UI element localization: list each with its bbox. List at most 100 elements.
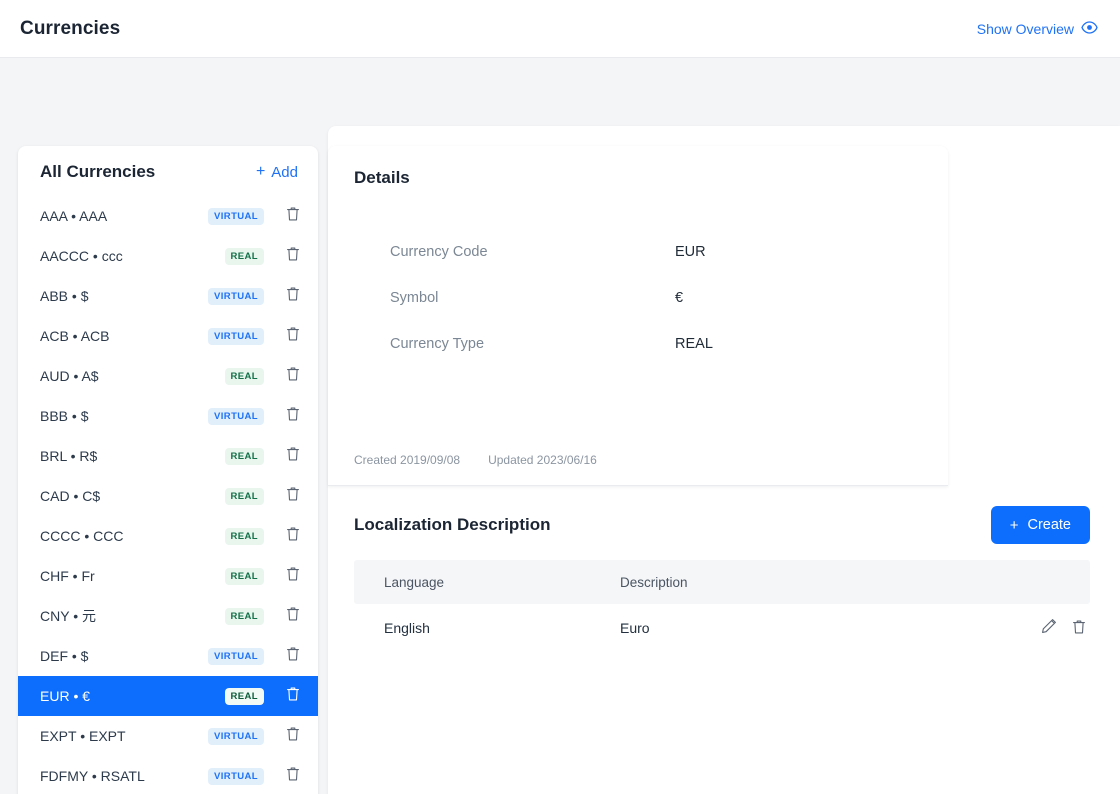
currency-list-item[interactable]: EXPT • EXPT VIRTUAL <box>18 716 318 756</box>
details-field-label: Symbol <box>390 290 439 306</box>
localization-table-body: English Euro <box>354 604 1090 652</box>
pencil-icon[interactable] <box>1041 619 1056 637</box>
trash-icon[interactable] <box>286 486 300 507</box>
details-title: Details <box>354 168 410 187</box>
localization-header: Localization Description + Create <box>328 488 1120 560</box>
cell-description: Euro <box>620 620 650 636</box>
currency-list-item[interactable]: DEF • $ VIRTUAL <box>18 636 318 676</box>
currency-label: CCCC • CCC <box>40 528 124 544</box>
currency-type-badge: VIRTUAL <box>208 647 264 665</box>
currency-label: CHF • Fr <box>40 568 95 584</box>
top-bar: Currencies Show Overview <box>0 0 1120 58</box>
details-field-row: Symbol € <box>390 290 922 306</box>
trash-icon[interactable] <box>1072 619 1086 638</box>
currency-type-badge: REAL <box>224 447 264 465</box>
currency-label: FDFMY • RSATL <box>40 768 145 784</box>
currency-type-badge: VIRTUAL <box>208 207 264 225</box>
trash-icon[interactable] <box>286 286 300 307</box>
currency-label: EXPT • EXPT <box>40 728 126 744</box>
add-currency-button[interactable]: + Add <box>256 164 298 181</box>
trash-icon[interactable] <box>286 766 300 787</box>
localization-title: Localization Description <box>354 515 551 534</box>
currency-type-badge: REAL <box>224 487 264 505</box>
currency-label: EUR • € <box>40 688 91 704</box>
trash-icon[interactable] <box>286 366 300 387</box>
currency-list: AAA • AAA VIRTUAL AACCC • ccc REAL ABB • $ VI… <box>18 196 318 794</box>
currency-list-header: All Currencies + Add <box>18 146 318 196</box>
currency-list-item[interactable]: ABB • $ VIRTUAL <box>18 276 318 316</box>
currency-list-item[interactable]: FDFMY • RSATL VIRTUAL <box>18 756 318 794</box>
details-field-label: Currency Type <box>390 336 485 352</box>
trash-icon[interactable] <box>286 526 300 547</box>
currency-list-item[interactable]: BBB • $ VIRTUAL <box>18 396 318 436</box>
currency-list-item[interactable]: AACCC • ccc REAL <box>18 236 318 276</box>
plus-icon: + <box>255 163 266 180</box>
cell-language: English <box>384 620 430 636</box>
currency-label: AAA • AAA <box>40 208 108 224</box>
details-field-value: REAL <box>675 336 713 352</box>
currency-list-panel: All Currencies + Add AAA • AAA VIRTUAL AAC… <box>18 146 318 794</box>
currency-type-badge: REAL <box>224 607 264 625</box>
currency-label: BRL • R$ <box>40 448 98 464</box>
currency-label: ABB • $ <box>40 288 89 304</box>
create-localization-button[interactable]: + Create <box>990 506 1090 544</box>
column-header-language: Language <box>384 574 445 590</box>
details-panel: Details Currency Code EUR Symbol € Currency … <box>328 146 948 486</box>
updated-timestamp: Updated 2023/06/16 <box>488 453 597 467</box>
details-field-row: Currency Type REAL <box>390 336 922 352</box>
currency-list-item[interactable]: CHF • Fr REAL <box>18 556 318 596</box>
currency-list-item[interactable]: ACB • ACB VIRTUAL <box>18 316 318 356</box>
trash-icon[interactable] <box>286 726 300 747</box>
trash-icon[interactable] <box>286 406 300 427</box>
trash-icon[interactable] <box>286 326 300 347</box>
currency-type-badge: REAL <box>224 567 264 585</box>
currency-type-badge: REAL <box>224 367 264 385</box>
trash-icon[interactable] <box>286 206 300 227</box>
trash-icon[interactable] <box>286 246 300 267</box>
currency-list-item[interactable]: EUR • € REAL <box>18 676 318 716</box>
add-currency-label: Add <box>271 163 298 181</box>
currency-label: BBB • $ <box>40 408 89 424</box>
currency-type-badge: REAL <box>224 527 264 545</box>
currency-type-badge: REAL <box>224 247 264 265</box>
create-localization-label: Create <box>1027 517 1071 533</box>
created-timestamp: Created 2019/09/08 <box>354 453 461 467</box>
trash-icon[interactable] <box>286 646 300 667</box>
trash-icon[interactable] <box>286 566 300 587</box>
trash-icon[interactable] <box>286 686 300 707</box>
currency-label: AACCC • ccc <box>40 248 123 264</box>
currency-list-title: All Currencies <box>40 162 156 181</box>
currency-label: DEF • $ <box>40 648 89 664</box>
currency-label: AUD • A$ <box>40 368 99 384</box>
trash-icon[interactable] <box>286 606 300 627</box>
currency-type-badge: VIRTUAL <box>208 767 264 785</box>
currency-list-item[interactable]: BRL • R$ REAL <box>18 436 318 476</box>
currency-list-item[interactable]: CNY • 元 REAL <box>18 596 318 636</box>
show-overview-label: Show Overview <box>976 20 1074 37</box>
currency-list-item[interactable]: AUD • A$ REAL <box>18 356 318 396</box>
currency-type-badge: VIRTUAL <box>208 407 264 425</box>
details-field-list: Currency Code EUR Symbol € Currency Type REAL <box>354 244 922 382</box>
currency-list-item[interactable]: CAD • C$ REAL <box>18 476 318 516</box>
currency-label: CAD • C$ <box>40 488 101 504</box>
currency-label: ACB • ACB <box>40 328 110 344</box>
currency-list-item[interactable]: CCCC • CCC REAL <box>18 516 318 556</box>
currency-type-badge: VIRTUAL <box>208 727 264 745</box>
localization-table-header: Language Description <box>354 560 1090 604</box>
trash-icon[interactable] <box>286 446 300 467</box>
show-overview-button[interactable]: Show Overview <box>977 21 1098 37</box>
details-field-value: EUR <box>675 244 706 260</box>
localization-table: Language Description English Euro <box>354 560 1090 652</box>
page-body: All Currencies + Add AAA • AAA VIRTUAL AAC… <box>0 58 1120 794</box>
currency-type-badge: VIRTUAL <box>208 327 264 345</box>
details-field-label: Currency Code <box>390 244 488 260</box>
row-actions <box>1020 619 1090 638</box>
column-header-description: Description <box>620 574 688 590</box>
localization-panel: Localization Description + Create Langua… <box>328 488 1120 794</box>
details-timestamps: Created 2019/09/08 Updated 2023/06/16 <box>354 453 922 467</box>
currency-label: CNY • 元 <box>40 608 96 624</box>
details-field-value: € <box>675 290 684 306</box>
plus-icon: + <box>1009 516 1019 534</box>
currency-list-item[interactable]: AAA • AAA VIRTUAL <box>18 196 318 236</box>
page-title: Currencies <box>20 17 121 39</box>
